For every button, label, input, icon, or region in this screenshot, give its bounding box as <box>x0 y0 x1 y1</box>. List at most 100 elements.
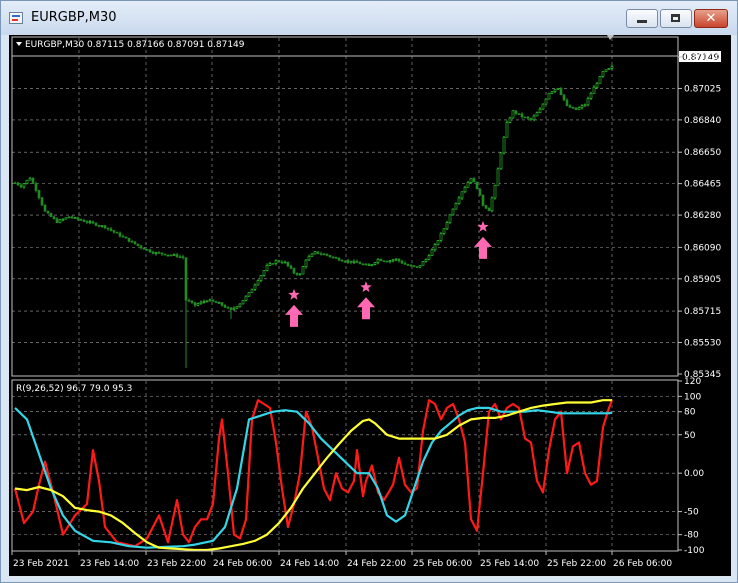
time-tick-label: 26 Feb 06:00 <box>613 559 672 569</box>
candle-body <box>31 177 35 184</box>
chart-canvas[interactable]: EURGBP,M30 0.87115 0.87166 0.87091 0.871… <box>9 35 731 576</box>
candle-body <box>409 264 413 267</box>
candle-body <box>532 115 536 121</box>
candle-body <box>262 270 266 276</box>
candle-body <box>514 110 518 114</box>
candle-body <box>397 258 401 262</box>
candle-body <box>202 301 206 303</box>
candle-body <box>178 256 182 258</box>
candle-body <box>328 255 332 258</box>
candle-body <box>541 103 545 110</box>
candle-body <box>337 257 341 261</box>
candle-body <box>346 260 350 263</box>
candle-body <box>205 300 209 303</box>
candle-body <box>460 191 464 199</box>
candle-body <box>46 211 50 214</box>
candle-body <box>229 307 233 310</box>
candle-body <box>232 307 236 310</box>
candle-body <box>214 301 218 303</box>
close-button[interactable]: ✕ <box>694 9 728 28</box>
candle-body <box>382 260 386 262</box>
candle-body <box>358 262 362 265</box>
candle-body <box>478 188 482 196</box>
candle-body <box>319 253 323 255</box>
minimize-button[interactable] <box>626 9 658 28</box>
time-tick-label: 23 Feb 2021 <box>13 559 69 569</box>
candle-body <box>292 268 296 274</box>
candle-body <box>268 263 272 266</box>
candle-body <box>250 288 254 293</box>
candle-body <box>49 212 53 217</box>
candle-body <box>502 136 506 154</box>
candle-body <box>106 227 110 230</box>
indicator-tick-label: -100 <box>684 546 705 556</box>
indicator-tick-label: 0.00 <box>684 469 704 479</box>
chart-window: EURGBP,M30 ✕ EURGBP,M30 0.87115 0.87166 … <box>0 0 738 583</box>
candle-body <box>520 113 524 118</box>
candle-body <box>433 244 437 251</box>
candle-body <box>436 240 440 246</box>
candle-body <box>589 93 593 99</box>
candle-body <box>34 183 38 191</box>
candle-body <box>94 222 98 226</box>
candle-body <box>19 184 23 188</box>
candle-body <box>298 273 302 276</box>
candle-body <box>169 254 173 257</box>
candle-body <box>538 108 542 114</box>
candle-body <box>157 252 161 254</box>
candle-body <box>199 301 203 305</box>
candle-body <box>544 98 548 105</box>
candle-body <box>187 299 191 302</box>
candle-body <box>586 98 590 106</box>
candle-body <box>580 105 584 109</box>
time-tick-label: 24 Feb 22:00 <box>347 559 406 569</box>
candle-body <box>289 265 293 269</box>
candle-body <box>556 87 560 90</box>
candle-body <box>493 184 497 199</box>
candle-body <box>82 219 86 222</box>
candle-body <box>490 197 494 212</box>
candle-body <box>22 183 26 188</box>
candle-body <box>271 263 275 265</box>
candle-body <box>64 217 68 220</box>
time-tick-label: 24 Feb 14:00 <box>280 559 339 569</box>
candle-body <box>172 254 176 256</box>
candle-body <box>349 260 353 263</box>
candle-body <box>91 221 95 224</box>
candle-body <box>604 69 608 73</box>
chart-area[interactable]: EURGBP,M30 0.87115 0.87166 0.87091 0.871… <box>9 35 731 576</box>
candle-body <box>475 181 479 190</box>
candle-body <box>406 264 410 266</box>
candle-body <box>313 251 317 255</box>
time-tick-label: 25 Feb 14:00 <box>480 559 539 569</box>
candle-body <box>193 302 197 306</box>
candle-body <box>13 182 17 185</box>
candle-body <box>304 259 308 267</box>
candle-body <box>253 284 257 290</box>
candle-body <box>559 87 563 95</box>
candle-body <box>67 216 71 219</box>
price-tick-label: 0.85715 <box>684 307 721 317</box>
indicator-header: R(9,26,52) 96.7 79.0 95.3 <box>16 384 132 394</box>
candle-body <box>415 266 419 268</box>
candle-body <box>463 186 467 193</box>
candle-body <box>391 259 395 262</box>
candle-body <box>124 236 128 239</box>
candle-body <box>568 105 572 108</box>
candle-body <box>37 190 41 199</box>
candle-body <box>451 208 455 216</box>
candle-body <box>109 228 113 231</box>
candle-body <box>85 221 89 223</box>
maximize-button[interactable] <box>660 9 692 28</box>
candle-body <box>421 261 425 266</box>
candle-body <box>601 71 605 77</box>
candle-body <box>301 266 305 275</box>
candle-body <box>466 182 470 188</box>
candle-body <box>151 251 155 254</box>
candle-body <box>376 258 380 263</box>
candle-body <box>517 113 521 115</box>
candle-body <box>277 260 281 263</box>
title-bar[interactable]: EURGBP,M30 ✕ <box>1 1 737 35</box>
candle-body <box>607 67 611 71</box>
candle-body <box>88 221 92 224</box>
